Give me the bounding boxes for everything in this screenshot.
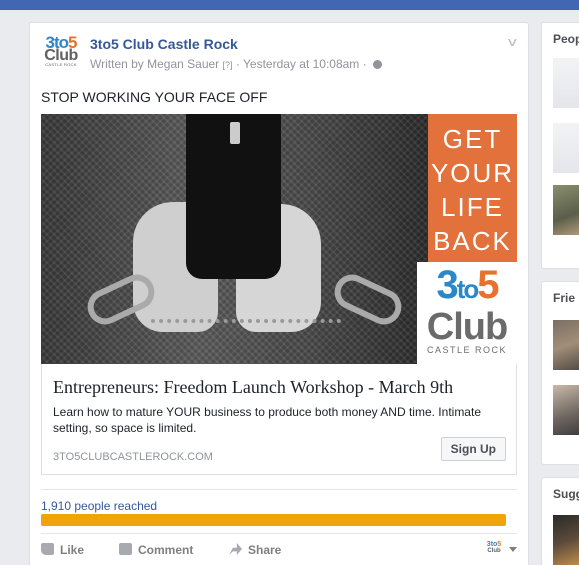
- caret-down-icon[interactable]: [509, 547, 517, 552]
- banner-logo-five: 5: [477, 263, 499, 307]
- friend-photo-thumb[interactable]: [553, 385, 579, 435]
- friend-photo-thumb[interactable]: [553, 320, 579, 370]
- sidebar-card-friends: Frie: [541, 281, 579, 465]
- banner-logo-to: to: [456, 274, 480, 304]
- sidebar-card-title: Frie: [553, 291, 576, 305]
- slogan-line: BACK: [433, 226, 512, 256]
- mini-logo-club: Club: [487, 548, 501, 554]
- sidebar-card-suggested: Sugg: [541, 477, 579, 565]
- sidebar-card-title: Sugg: [553, 487, 579, 501]
- suggested-photo-thumb[interactable]: [553, 515, 579, 565]
- person-placeholder-thumb[interactable]: [553, 58, 579, 108]
- slogan-line: LIFE: [441, 192, 504, 222]
- sidebar-card-people: Peop: [541, 22, 579, 269]
- person-photo-thumb[interactable]: [553, 185, 579, 235]
- post-card: 3to5 Club CASTLE ROCK 3to5 Club Castle R…: [29, 22, 529, 565]
- slogan-line: GET: [442, 124, 503, 154]
- ad-description: Learn how to mature YOUR business to pro…: [53, 405, 481, 435]
- post-as-avatar[interactable]: 3to5 Club: [485, 541, 503, 554]
- handcuffed-hands-photo: [41, 114, 428, 364]
- banner-logo-castle-rock: CASTLE ROCK: [426, 345, 507, 355]
- mini-logo-five: 5: [497, 541, 502, 548]
- ad-url: 3TO5CLUBCASTLEROCK.COM: [53, 451, 213, 463]
- divider: [41, 489, 517, 490]
- timestamp-link[interactable]: · Yesterday at 10:08am ·: [236, 57, 367, 71]
- like-button[interactable]: Like: [41, 543, 84, 557]
- chevron-down-icon[interactable]: ∨: [506, 35, 519, 49]
- help-link[interactable]: [?]: [223, 60, 233, 70]
- slogan-line: YOUR: [430, 158, 515, 188]
- post-meta: Written by Megan Sauer [?] · Yesterday a…: [90, 57, 382, 71]
- banner-slogan: GET YOUR LIFE BACK: [428, 114, 517, 262]
- author-text[interactable]: Written by Megan Sauer: [90, 57, 219, 71]
- post-actions: Like Comment Share 3to5 Club: [41, 541, 517, 563]
- reach-progress-bar: [41, 514, 506, 526]
- comment-icon: [119, 543, 132, 555]
- ad-image[interactable]: GET YOUR LIFE BACK 3to5 Club CASTLE ROCK: [41, 114, 517, 364]
- share-button[interactable]: Share: [229, 543, 281, 557]
- ad-title[interactable]: Entrepreneurs: Freedom Launch Workshop -…: [53, 377, 453, 398]
- like-icon: [41, 543, 54, 555]
- banner-logo-club: Club: [426, 306, 508, 348]
- ad-link-box[interactable]: Entrepreneurs: Freedom Launch Workshop -…: [41, 364, 517, 475]
- handcuff-chain: [151, 319, 341, 329]
- post-text: STOP WORKING YOUR FACE OFF: [41, 89, 268, 105]
- page-name-link[interactable]: 3to5 Club Castle Rock: [90, 36, 238, 52]
- logo-castle-rock: CASTLE ROCK: [45, 62, 77, 67]
- globe-icon: [372, 60, 382, 69]
- banner-logo: 3to5 Club CASTLE ROCK: [417, 262, 517, 364]
- phone-shape: [186, 114, 281, 279]
- share-icon: [229, 543, 242, 555]
- sign-up-button[interactable]: Sign Up: [440, 437, 506, 461]
- page-avatar[interactable]: 3to5 Club CASTLE ROCK: [41, 34, 81, 74]
- comment-button[interactable]: Comment: [119, 543, 193, 557]
- sidebar-card-title: Peop: [553, 32, 579, 46]
- divider: [41, 533, 517, 534]
- person-placeholder-thumb[interactable]: [553, 123, 579, 173]
- banner-logo-three: 3: [436, 263, 458, 307]
- top-navigation-bar: [0, 0, 579, 10]
- reach-count-link[interactable]: 1,910 people reached: [41, 499, 157, 513]
